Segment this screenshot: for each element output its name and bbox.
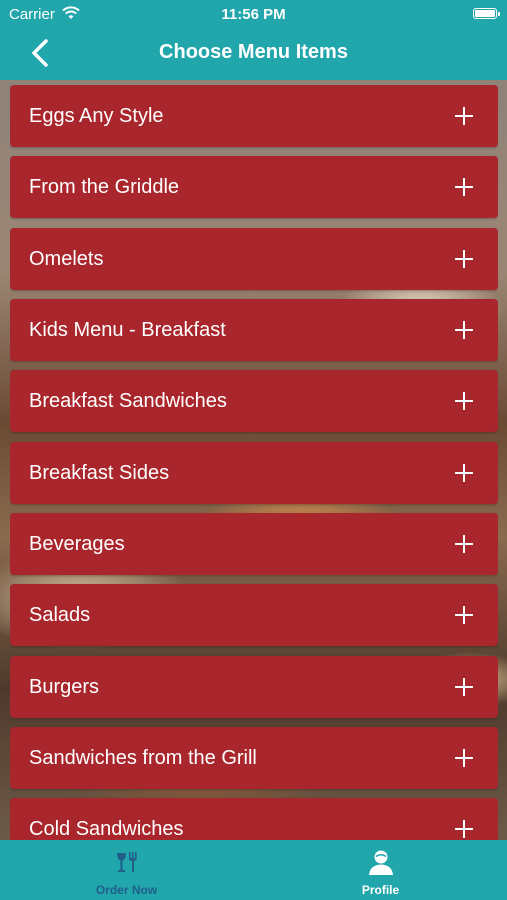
menu-item-omelets[interactable]: Omelets xyxy=(10,228,498,290)
plus-icon xyxy=(455,464,473,482)
menu-item-kids-menu-breakfast[interactable]: Kids Menu - Breakfast xyxy=(10,299,498,361)
menu-item-label: Breakfast Sandwiches xyxy=(29,390,227,412)
menu-item-salads[interactable]: Salads xyxy=(10,584,498,646)
menu-item-label: Cold Sandwiches xyxy=(29,818,184,840)
status-time: 11:56 PM xyxy=(221,6,286,23)
menu-item-label: Burgers xyxy=(29,676,100,698)
plus-icon xyxy=(455,250,473,268)
menu-item-cold-sandwiches[interactable]: Cold Sandwiches xyxy=(10,798,498,840)
menu-item-breakfast-sandwiches[interactable]: Breakfast Sandwiches xyxy=(10,370,498,432)
utensils-icon xyxy=(116,852,137,872)
tab-order-now[interactable]: Order Now xyxy=(0,840,253,900)
menu-item-label: Beverages xyxy=(29,533,125,555)
menu-item-label: Eggs Any Style xyxy=(29,105,164,127)
plus-icon xyxy=(455,535,473,553)
tab-profile[interactable]: Profile xyxy=(254,840,507,900)
menu-item-burgers[interactable]: Burgers xyxy=(10,656,498,718)
person-icon xyxy=(368,850,393,875)
navigation-bar: Choose Menu Items xyxy=(0,28,507,80)
menu-item-beverages[interactable]: Beverages xyxy=(10,513,498,575)
menu-item-breakfast-sides[interactable]: Breakfast Sides xyxy=(10,442,498,504)
plus-icon xyxy=(455,820,473,838)
tab-label: Profile xyxy=(361,883,400,897)
plus-icon xyxy=(455,606,473,624)
menu-item-label: Kids Menu - Breakfast xyxy=(29,319,226,341)
menu-item-label: Sandwiches from the Grill xyxy=(29,747,257,769)
menu-item-eggs-any-style[interactable]: Eggs Any Style xyxy=(10,85,498,147)
plus-icon xyxy=(455,678,473,696)
tab-label: Order Now xyxy=(95,883,158,897)
menu-item-sandwiches-from-the-grill[interactable]: Sandwiches from the Grill xyxy=(10,727,498,789)
plus-icon xyxy=(455,178,473,196)
plus-icon xyxy=(455,749,473,767)
menu-item-label: Salads xyxy=(29,604,91,626)
page-title: Choose Menu Items xyxy=(159,41,348,63)
menu-item-from-the-griddle[interactable]: From the Griddle xyxy=(10,156,498,218)
battery-icon xyxy=(473,8,500,19)
plus-icon xyxy=(455,392,473,410)
menu-item-label: From the Griddle xyxy=(29,176,180,198)
menu-item-label: Omelets xyxy=(29,248,104,270)
tab-bar: Order Now Profile xyxy=(0,840,507,900)
plus-icon xyxy=(455,321,473,339)
status-bar: Carrier 11:56 PM xyxy=(0,0,507,28)
menu-item-label: Breakfast Sides xyxy=(29,462,170,484)
plus-icon xyxy=(455,107,473,125)
menu-category-list: Eggs Any Style From the Griddle Omelets … xyxy=(10,85,498,840)
